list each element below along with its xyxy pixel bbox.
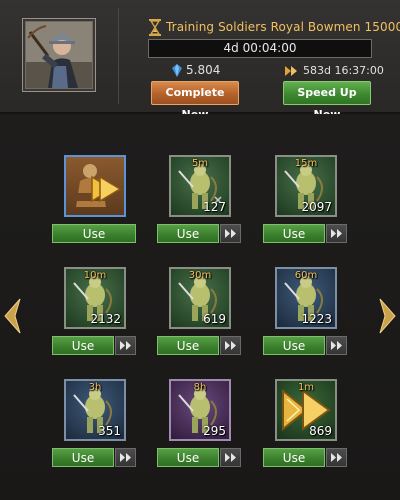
- item-count: 295: [203, 424, 226, 438]
- gem-icon: [172, 63, 182, 77]
- use-button[interactable]: Use: [52, 336, 114, 355]
- item-slot-speedup-30m: 30m 619 Use: [157, 267, 244, 363]
- item-count: 2132: [90, 312, 121, 326]
- fast-forward-icon: [120, 341, 131, 350]
- use-multiple-button[interactable]: [326, 336, 347, 355]
- previous-page-arrow-icon[interactable]: [2, 297, 24, 335]
- item-count: 869: [309, 424, 332, 438]
- item-duration: 1m: [297, 382, 315, 393]
- item-tile[interactable]: 8h 295: [169, 379, 231, 441]
- item-duration: 5m: [191, 158, 209, 169]
- item-duration: 8h: [193, 382, 207, 393]
- fast-forward-icon: [225, 229, 236, 238]
- item-tile[interactable]: 15m 2097: [275, 155, 337, 217]
- speed-up-now-button[interactable]: Speed Up Now: [283, 81, 371, 121]
- use-multiple-button[interactable]: [220, 336, 241, 355]
- unit-portrait-frame: [22, 18, 96, 92]
- item-duration: 60m: [294, 270, 318, 281]
- training-timer: 4d 00:04:00: [148, 39, 372, 58]
- fast-forward-icon: [225, 341, 236, 350]
- item-duration: 30m: [188, 270, 212, 281]
- use-multiple-button[interactable]: [115, 448, 136, 467]
- speedup-total-time: 583d 16:37:00: [303, 64, 384, 77]
- item-tile[interactable]: 5m 127: [169, 155, 231, 217]
- item-duration: 3h: [88, 382, 102, 393]
- use-button[interactable]: Use: [263, 336, 325, 355]
- item-slot-speedup-1m: 1m 869 Use: [263, 379, 350, 475]
- use-button[interactable]: Use: [52, 224, 136, 243]
- royal-bowman-portrait: [26, 22, 92, 88]
- complete-now-button[interactable]: Complete Now: [151, 81, 239, 121]
- item-count: 2097: [301, 200, 332, 214]
- item-tile[interactable]: 30m 619: [169, 267, 231, 329]
- item-slot-speedup-60m: 60m 1223 Use: [263, 267, 350, 363]
- next-page-arrow-icon[interactable]: [376, 297, 398, 335]
- use-button[interactable]: Use: [157, 448, 219, 467]
- item-slot-speedup-15m: 15m 2097 Use: [263, 155, 350, 251]
- item-slot-instant-train: Use: [52, 155, 139, 251]
- item-count: 619: [203, 312, 226, 326]
- item-tile[interactable]: 1m 869: [275, 379, 337, 441]
- item-slot-speedup-3h: 3h 351 Use: [52, 379, 139, 475]
- hourglass-icon: [149, 18, 161, 36]
- item-tile[interactable]: 60m 1223: [275, 267, 337, 329]
- item-count: 351: [98, 424, 121, 438]
- fast-forward-icon: [331, 453, 342, 462]
- use-multiple-button[interactable]: [220, 224, 241, 243]
- training-title-row: Training Soldiers Royal Bowmen 15000: [148, 18, 400, 36]
- header-divider: [118, 8, 119, 104]
- use-button[interactable]: Use: [157, 336, 219, 355]
- training-header: Training Soldiers Royal Bowmen 15000 4d …: [0, 0, 400, 121]
- fast-forward-icon: [120, 453, 131, 462]
- item-count: 1223: [301, 312, 332, 326]
- fast-forward-icon: [331, 229, 342, 238]
- use-button[interactable]: Use: [263, 448, 325, 467]
- item-slot-speedup-8h: 8h 295 Use: [157, 379, 244, 475]
- use-button[interactable]: Use: [52, 448, 114, 467]
- item-tile[interactable]: 10m 2132: [64, 267, 126, 329]
- use-button[interactable]: Use: [263, 224, 325, 243]
- item-duration: 15m: [294, 158, 318, 169]
- fast-forward-icon: [331, 341, 342, 350]
- speedup-balance: 583d 16:37:00: [285, 64, 384, 77]
- gem-balance: 5.804: [172, 63, 220, 77]
- item-duration: 10m: [83, 270, 107, 281]
- item-tile[interactable]: [64, 155, 126, 217]
- use-multiple-button[interactable]: [326, 448, 347, 467]
- item-slot-speedup-10m: 10m 2132 Use: [52, 267, 139, 363]
- use-multiple-button[interactable]: [220, 448, 241, 467]
- fast-forward-icon: [225, 453, 236, 462]
- speedup-arrows-icon: [285, 65, 297, 76]
- item-tile[interactable]: 3h 351: [64, 379, 126, 441]
- use-button[interactable]: Use: [157, 224, 219, 243]
- use-multiple-button[interactable]: [326, 224, 347, 243]
- use-multiple-button[interactable]: [115, 336, 136, 355]
- item-slot-speedup-5m: 5m 127 Use: [157, 155, 244, 251]
- item-count: 127: [203, 200, 226, 214]
- gem-count: 5.804: [186, 63, 221, 77]
- training-title: Training Soldiers Royal Bowmen 15000: [166, 20, 400, 34]
- instant-train-icon: [74, 164, 122, 207]
